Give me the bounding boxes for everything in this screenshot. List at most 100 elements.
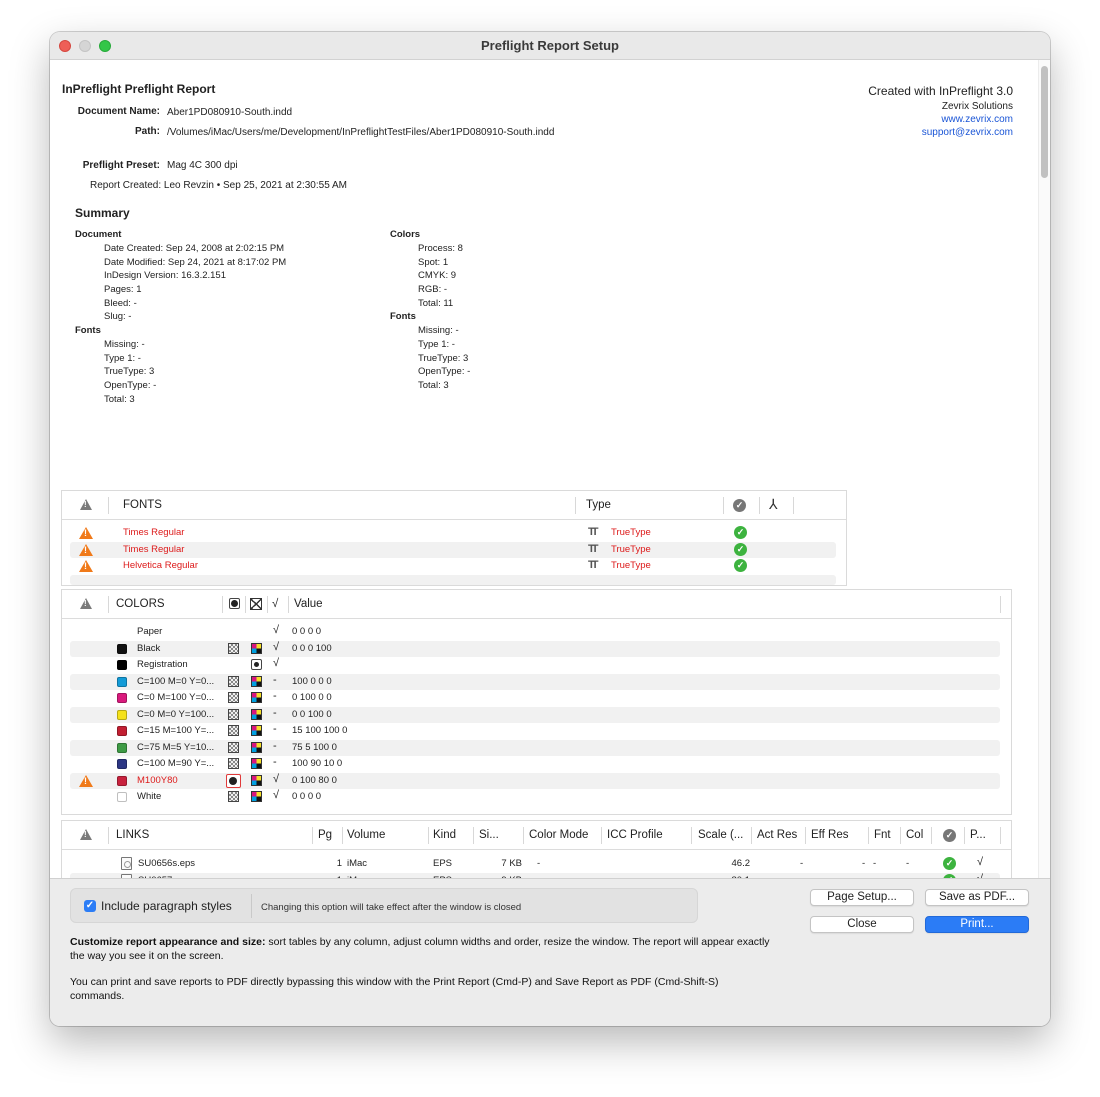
warning-icon [79, 560, 93, 572]
path-label: Path: [135, 126, 160, 137]
table-row[interactable]: Black √ 0 0 0 100 [70, 640, 1000, 657]
links-column-scale[interactable]: Scale (... [698, 829, 743, 841]
color-swatch [117, 759, 127, 769]
process-color-icon [228, 758, 239, 769]
process-color-icon [228, 741, 239, 753]
colors-column-check[interactable]: √ [272, 598, 278, 610]
links-column-pg[interactable]: Pg [318, 829, 332, 841]
support-email-link[interactable]: support@zevrix.com [700, 127, 1013, 138]
table-row[interactable]: SU0656s.eps 1 iMac EPS 7 KB -46.2- - - - ✓ √ [70, 856, 1000, 872]
table-row[interactable]: Registration √ [70, 657, 1000, 673]
link-name: SU0656s.eps [138, 858, 196, 869]
close-button[interactable]: Close [810, 916, 914, 933]
print-button[interactable]: Print... [925, 916, 1029, 933]
cmyk-mode-icon [251, 692, 262, 703]
table-row[interactable]: C=15 M=100 Y=... - 15 100 100 0 [70, 723, 1000, 739]
table-row[interactable]: C=0 M=0 Y=100... - 0 0 100 0 [70, 706, 1000, 723]
website-link[interactable]: www.zevrix.com [700, 114, 1013, 125]
truetype-icon: TT [588, 543, 599, 555]
summary-color-item: Spot: 1 [418, 257, 449, 268]
scrollbar-thumb[interactable] [1041, 66, 1048, 178]
links-column-color-mode[interactable]: Color Mode [529, 829, 588, 841]
styles-option-box: ✓ Include paragraph styles Changing this… [70, 888, 698, 923]
color-value: 75 5 100 0 [292, 741, 337, 753]
colors-table-header: COLORS √ Value [62, 590, 1011, 619]
page-setup-button[interactable]: Page Setup... [810, 889, 914, 906]
warning-column-icon[interactable] [80, 829, 92, 840]
table-row[interactable]: C=100 M=0 Y=0... - 100 0 0 0 [70, 673, 1000, 690]
links-column-act-res[interactable]: Act Res [757, 829, 797, 841]
summary-doc-item: Date Created: Sep 24, 2008 at 2:02:15 PM [104, 243, 285, 254]
table-row[interactable]: M100Y80 √ 0 100 80 0 [70, 772, 1000, 789]
color-name: C=100 M=0 Y=0... [137, 675, 215, 687]
path-value: /Volumes/iMac/Users/me/Development/InPre… [167, 127, 555, 138]
links-table-header: LINKS Pg Volume Kind Si... Color Mode IC… [62, 821, 1011, 850]
status-column-icon[interactable]: ✓ [943, 829, 956, 842]
option-note: Changing this option will take effect af… [261, 902, 522, 913]
links-column-kind[interactable]: Kind [433, 829, 456, 841]
color-check: - [273, 723, 277, 735]
process-color-icon [228, 692, 239, 703]
link-kind: EPS [433, 858, 453, 869]
summary-font-item: OpenType: - [418, 366, 471, 377]
table-row[interactable]: Times Regular TT TrueType ✓ [70, 542, 836, 558]
table-row[interactable]: White √ 0 0 0 0 [70, 789, 1000, 805]
summary-doc-font-item: Missing: - [104, 339, 145, 350]
link-color-mode: - [537, 858, 541, 869]
table-row[interactable]: Paper √ 0 0 0 0 [70, 624, 1000, 640]
window-title: Preflight Report Setup [481, 38, 619, 53]
help-text-shortcuts: You can print and save reports to PDF di… [70, 976, 719, 1002]
color-name: Registration [137, 659, 188, 670]
vertical-scrollbar[interactable] [1038, 60, 1050, 878]
ok-icon: ✓ [734, 543, 747, 556]
save-as-pdf-button[interactable]: Save as PDF... [925, 889, 1029, 906]
summary-doc-fonts-heading: Fonts [75, 325, 101, 336]
table-row[interactable]: Helvetica Regular TT TrueType ✓ [70, 558, 836, 574]
status-column-icon[interactable]: ✓ [733, 499, 746, 512]
fonts-column-type[interactable]: Type [586, 499, 611, 511]
link-volume: iMac [347, 858, 368, 869]
links-column-eff-res[interactable]: Eff Res [811, 829, 849, 841]
cmyk-mode-icon [251, 774, 262, 786]
color-mode-column-icon[interactable] [250, 598, 262, 610]
table-row[interactable]: C=0 M=100 Y=0... - 0 100 0 0 [70, 690, 1000, 706]
cmyk-mode-icon [251, 758, 262, 769]
summary-doc-font-item: Total: 3 [104, 394, 135, 405]
color-check: √ [273, 657, 280, 669]
links-column-name[interactable]: LINKS [116, 829, 149, 841]
created-with: Created with InPreflight 3.0 [868, 84, 1013, 98]
warning-icon [79, 774, 93, 787]
links-column-p[interactable]: P... [970, 829, 986, 841]
links-column-volume[interactable]: Volume [347, 829, 385, 841]
table-row[interactable]: C=100 M=90 Y=... - 100 90 10 0 [70, 756, 1000, 772]
summary-color-item: CMYK: 9 [418, 270, 457, 281]
cmyk-mode-icon [251, 708, 262, 720]
table-row[interactable]: C=75 M=5 Y=10... - 75 5 100 0 [70, 739, 1000, 756]
colors-column-value[interactable]: Value [294, 598, 323, 610]
warning-column-icon[interactable] [80, 499, 92, 510]
color-value: 0 0 0 100 [292, 642, 332, 654]
summary-font-item: Type 1: - [418, 339, 455, 350]
warning-column-icon[interactable] [80, 598, 92, 609]
links-column-col[interactable]: Col [906, 829, 923, 841]
include-paragraph-styles-label[interactable]: Include paragraph styles [101, 899, 232, 913]
acrobat-column-icon[interactable]: ⅄ [769, 496, 778, 513]
summary-document-heading: Document [75, 229, 122, 240]
color-name: White [137, 791, 162, 802]
links-column-icc-profile[interactable]: ICC Profile [607, 829, 663, 841]
colors-column-name[interactable]: COLORS [116, 598, 165, 610]
color-value: 0 0 0 0 [292, 791, 322, 802]
summary-color-item: RGB: - [418, 284, 448, 295]
report-view[interactable]: InPreflight Preflight Report Document Na… [50, 60, 1038, 878]
links-column-size[interactable]: Si... [479, 829, 499, 841]
links-column-fnt[interactable]: Fnt [874, 829, 891, 841]
color-check: √ [273, 624, 280, 636]
fonts-column-name[interactable]: FONTS [123, 499, 162, 511]
include-paragraph-styles-checkbox[interactable]: ✓ [84, 900, 96, 912]
font-type: TrueType [611, 544, 651, 555]
color-check: - [273, 673, 277, 686]
table-row[interactable]: Times Regular TT TrueType ✓ [70, 525, 836, 541]
summary-doc-font-item: OpenType: - [104, 380, 157, 391]
color-type-column-icon[interactable] [229, 598, 240, 609]
truetype-icon: TT [588, 526, 599, 538]
